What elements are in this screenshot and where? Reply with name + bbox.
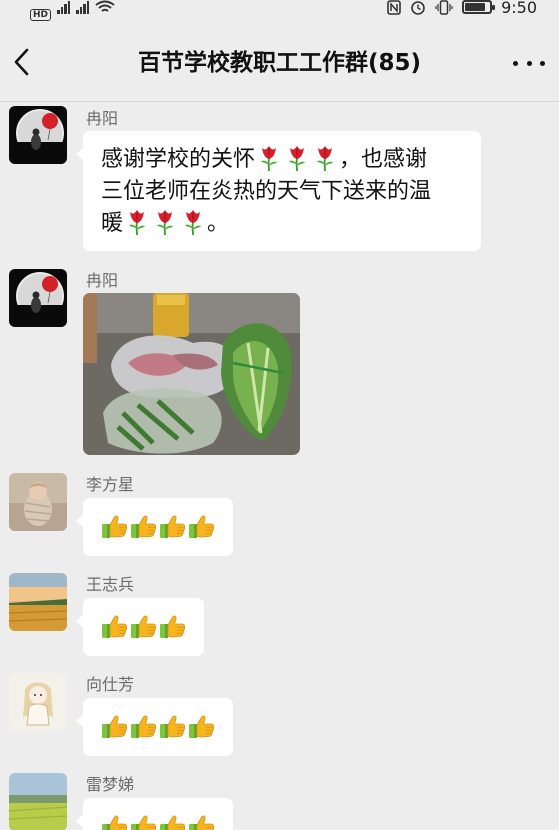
sender-name: 雷梦娣 (86, 775, 135, 794)
avatar[interactable] (9, 473, 67, 531)
thumbs-up-emoji-icon (188, 513, 215, 540)
wifi-icon (95, 0, 115, 12)
avatar[interactable] (9, 573, 67, 631)
tulip-emoji-icon (286, 145, 308, 171)
nfc-icon (387, 0, 401, 15)
thumbs-up-emoji-icon (130, 713, 157, 740)
status-time: 9:50 (501, 0, 537, 17)
message-bubble[interactable]: 感谢学校的关怀 ，也感谢 三位老师在炎热的天气下送来的温 暖。 (76, 131, 481, 251)
avatar[interactable] (9, 673, 67, 731)
sender-name: 冉阳 (86, 109, 119, 128)
message-bubble[interactable] (76, 798, 233, 830)
sender-name: 王志兵 (86, 575, 135, 594)
sender-name: 冉阳 (86, 271, 119, 290)
avatar[interactable] (9, 106, 67, 164)
thumbs-up-emoji-icon (159, 513, 186, 540)
signal-icon (57, 0, 71, 14)
alarm-icon (411, 1, 425, 15)
thumbs-up-emoji-icon (101, 613, 128, 640)
tulip-emoji-icon (314, 145, 336, 171)
tulip-emoji-icon (258, 145, 280, 171)
thumbs-up-emoji-icon (159, 813, 186, 830)
status-left: HD (30, 0, 115, 22)
message-text-line: 感谢学校的关怀 ，也感谢 (101, 144, 467, 176)
thumbs-up-emoji-icon (101, 813, 128, 830)
thumbs-up-emoji-icon (130, 613, 157, 640)
tulip-emoji-icon (154, 209, 176, 235)
thumbs-up-emoji-icon (159, 613, 186, 640)
status-bar: HD 9:50 (0, 0, 559, 22)
message-bubble[interactable] (76, 698, 233, 756)
chat-header: 百节学校教职工工作群(85) (0, 22, 559, 102)
message-text: 暖 (101, 211, 124, 236)
tulip-emoji-icon (182, 209, 204, 235)
message-text: 感谢学校的关怀 (101, 147, 256, 172)
thumbs-row (101, 813, 233, 830)
avatar[interactable] (9, 773, 67, 830)
battery-icon (462, 0, 496, 14)
message-text: 三位老师在炎热的天气下送来的温 (101, 179, 432, 204)
vibrate-icon (435, 0, 453, 15)
message-photo[interactable] (83, 293, 300, 455)
message-bubble[interactable] (76, 498, 233, 556)
message-bubble[interactable] (76, 598, 204, 656)
chat-title: 百节学校教职工工作群(85) (137, 50, 422, 76)
thumbs-up-emoji-icon (130, 813, 157, 830)
thumbs-up-emoji-icon (188, 813, 215, 830)
thumbs-up-emoji-icon (188, 713, 215, 740)
sender-name: 向仕芳 (86, 675, 135, 694)
tulip-emoji-icon (126, 209, 148, 235)
message-text: ，也感谢 (339, 147, 428, 172)
thumbs-up-emoji-icon (159, 713, 186, 740)
thumbs-row (101, 713, 233, 740)
sender-name: 李方星 (86, 475, 135, 494)
thumbs-up-emoji-icon (130, 513, 157, 540)
thumbs-up-emoji-icon (101, 713, 128, 740)
message-text-line: 暖。 (101, 208, 467, 240)
hd-icon: HD (30, 9, 52, 21)
more-dots-icon[interactable] (513, 56, 545, 70)
status-right: 9:50 (387, 0, 537, 22)
thumbs-row (101, 513, 233, 540)
chat-messages[interactable]: 冉阳 感谢学校的关怀 ，也感谢 三位老师在炎热的天气下送来的温 暖。 冉阳 李方… (0, 103, 559, 830)
thumbs-row (101, 613, 204, 640)
avatar[interactable] (9, 269, 67, 327)
message-text: 。 (207, 211, 230, 236)
thumbs-up-emoji-icon (101, 513, 128, 540)
signal-icon (76, 0, 90, 14)
